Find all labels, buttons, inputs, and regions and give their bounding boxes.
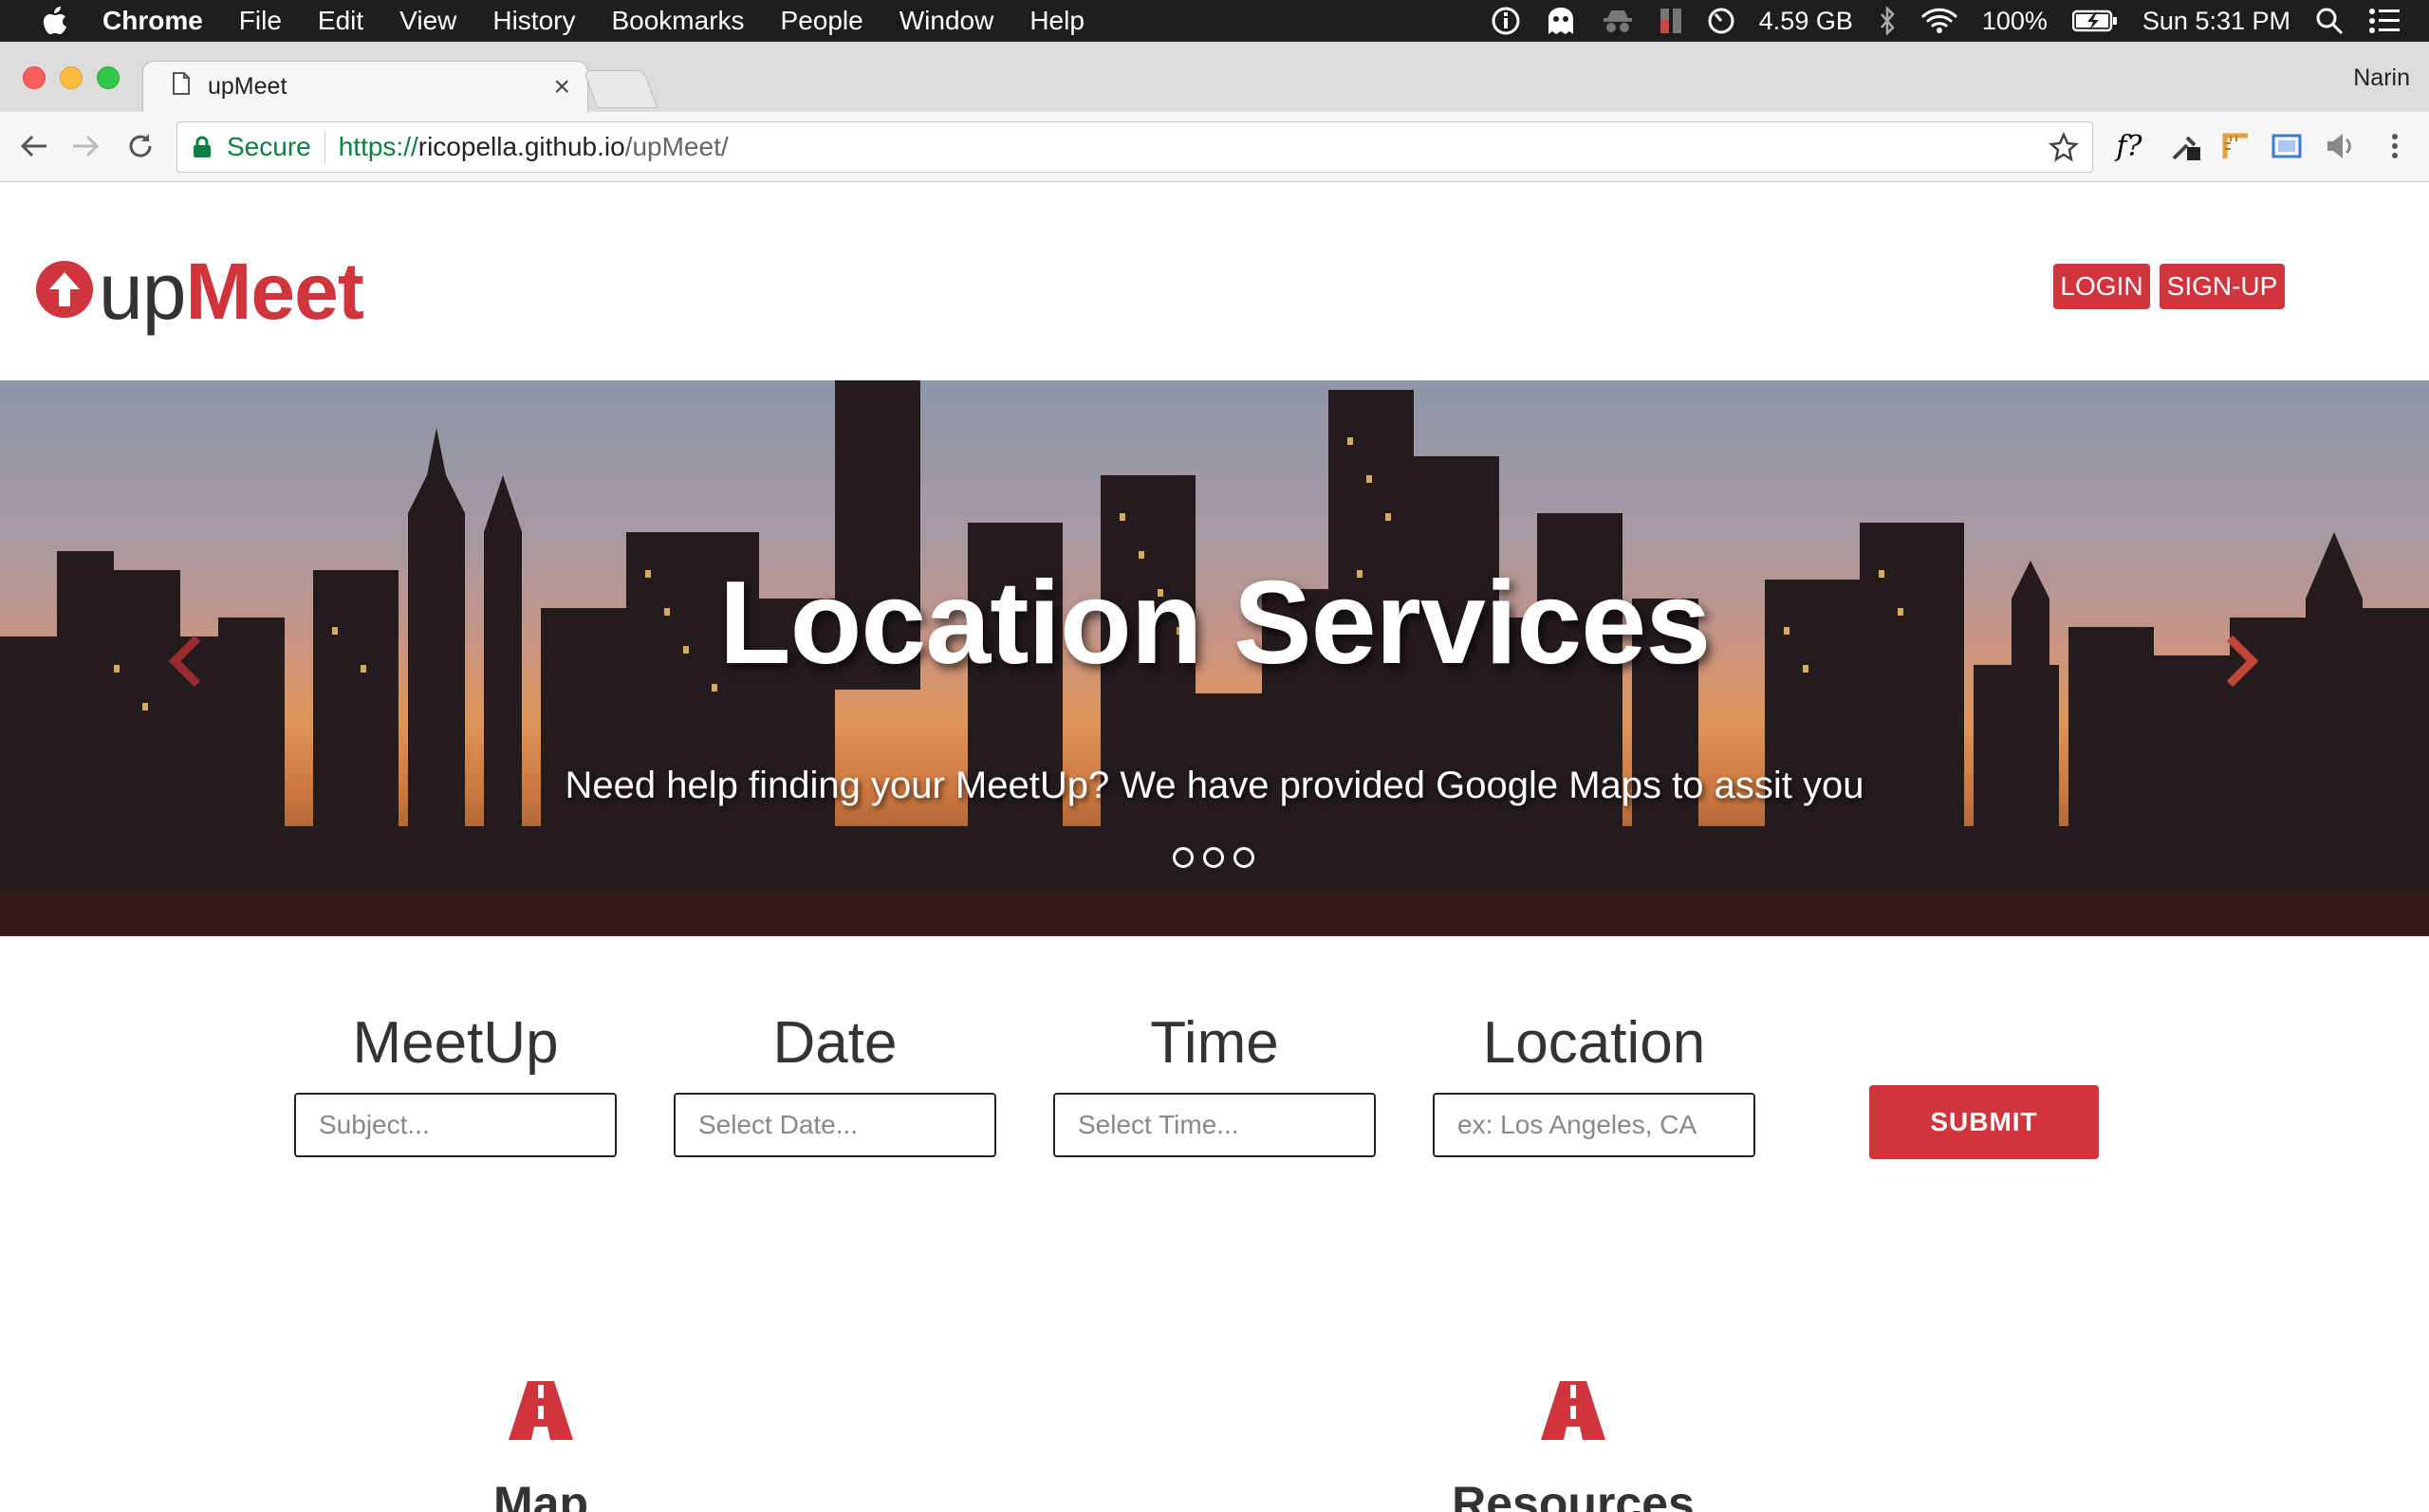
battery-charging-icon[interactable]: [2071, 9, 2118, 32]
road-icon: [509, 1381, 573, 1440]
carousel-dot-3[interactable]: [1233, 847, 1254, 868]
url-host: ricopella.github.io: [417, 132, 625, 161]
url-scheme: https://: [338, 132, 418, 161]
menu-help[interactable]: Help: [1029, 6, 1085, 36]
bluetooth-icon[interactable]: [1878, 7, 1897, 35]
hero-subtitle: Need help finding your MeetUp? We have p…: [565, 765, 1864, 806]
menubar-clock[interactable]: Sun 5:31 PM: [2142, 7, 2290, 36]
feature-title-resources: Resources: [1452, 1477, 1695, 1512]
location-input[interactable]: [1433, 1093, 1755, 1157]
forward-arrow-icon[interactable]: [66, 127, 104, 165]
extension-fx-icon[interactable]: f?: [2110, 127, 2148, 165]
menu-edit[interactable]: Edit: [318, 6, 363, 36]
hero-carousel: Location Services Need help finding your…: [0, 380, 2429, 936]
menu-app-chrome[interactable]: Chrome: [102, 6, 203, 36]
wifi-icon[interactable]: [1921, 8, 1957, 34]
apple-menu-icon[interactable]: [36, 0, 74, 42]
tab-close-icon[interactable]: ×: [553, 71, 570, 103]
memory-bars-icon[interactable]: [1659, 7, 1683, 35]
time-label: Time: [1150, 1010, 1279, 1076]
menu-window[interactable]: Window: [899, 6, 994, 36]
back-arrow-icon[interactable]: [15, 127, 53, 165]
new-tab-button[interactable]: [583, 70, 658, 108]
secure-label: Secure: [227, 132, 311, 161]
window-minimize-button[interactable]: [60, 66, 83, 89]
road-icon: [1541, 1381, 1605, 1440]
carousel-indicators: [1173, 847, 1254, 868]
profile-name[interactable]: Narin: [2353, 65, 2410, 92]
logo-text-meet: Meet: [185, 246, 363, 336]
location-label: Location: [1482, 1010, 1706, 1076]
upmeet-logo[interactable]: up Meet: [34, 247, 364, 336]
browser-tab-strip: upMeet × Narin: [0, 42, 2429, 112]
signup-button[interactable]: SIGN-UP: [2160, 264, 2285, 309]
menu-history[interactable]: History: [492, 6, 575, 36]
memory-readout: 4.59 GB: [1758, 6, 1853, 35]
date-label: Date: [772, 1010, 898, 1076]
login-button[interactable]: LOGIN: [2053, 264, 2150, 309]
browser-toolbar: Secure https:// ricopella.github.io /upM…: [0, 112, 2429, 182]
menu-view[interactable]: View: [399, 6, 456, 36]
up-arrow-logo-icon: [34, 259, 95, 324]
address-bar[interactable]: Secure https:// ricopella.github.io /upM…: [176, 121, 2093, 173]
submit-button[interactable]: SUBMIT: [1869, 1085, 2099, 1159]
url-path: /upMeet/: [624, 132, 729, 161]
hero-title: Location Services: [718, 558, 1711, 689]
info-icon[interactable]: [1492, 7, 1520, 35]
tab-title: upMeet: [208, 73, 287, 100]
date-input[interactable]: [674, 1093, 996, 1157]
feature-title-map: Map: [493, 1477, 588, 1512]
menu-bookmarks[interactable]: Bookmarks: [611, 6, 744, 36]
extension-speaker-icon[interactable]: [2321, 127, 2359, 165]
extension-eyedropper-icon[interactable]: [2167, 127, 2205, 165]
menu-file[interactable]: File: [239, 6, 282, 36]
page-favicon-icon: [172, 71, 191, 102]
window-close-button[interactable]: [23, 66, 46, 89]
ghost-icon[interactable]: [1545, 6, 1577, 36]
battery-percent: 100%: [1981, 6, 2048, 35]
menubar-tray: 4.59 GB 100% Sun 5:31 PM: [1492, 0, 2401, 42]
carousel-dot-1[interactable]: [1173, 847, 1194, 868]
gauge-icon[interactable]: [1708, 8, 1734, 34]
extension-ruler-icon[interactable]: [2216, 127, 2254, 165]
extension-screenshot-icon[interactable]: [2268, 127, 2306, 165]
time-input[interactable]: [1053, 1093, 1376, 1157]
logo-text-up: up: [99, 246, 186, 336]
menu-people[interactable]: People: [781, 6, 863, 36]
meetup-subject-input[interactable]: [294, 1093, 617, 1157]
bookmark-star-icon[interactable]: [2049, 131, 2079, 169]
notification-center-icon[interactable]: [2368, 8, 2401, 34]
macos-menubar: Chrome File Edit View History Bookmarks …: [0, 0, 2429, 42]
browser-tab-active[interactable]: upMeet ×: [142, 61, 588, 112]
spotlight-search-icon[interactable]: [2315, 7, 2344, 35]
meetup-label: MeetUp: [352, 1010, 559, 1076]
omnibox-divider: [324, 131, 325, 163]
reload-icon[interactable]: [121, 127, 159, 165]
lock-icon[interactable]: [193, 135, 213, 159]
chrome-menu-icon[interactable]: [2376, 127, 2414, 165]
window-zoom-button[interactable]: [97, 66, 120, 89]
carousel-dot-2[interactable]: [1203, 847, 1224, 868]
incognito-icon[interactable]: [1602, 9, 1634, 33]
